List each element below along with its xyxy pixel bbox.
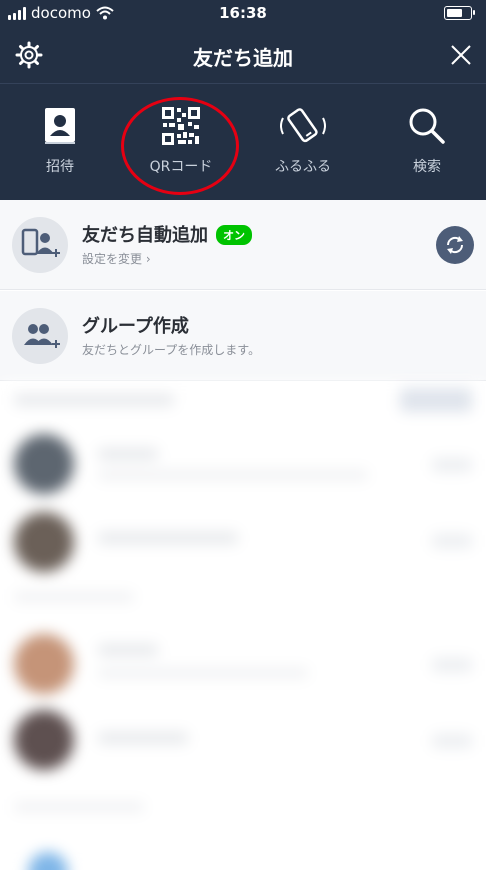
blurred-button	[400, 388, 472, 412]
status-time: 16:38	[219, 4, 267, 22]
shake-phone-icon	[280, 108, 326, 143]
blurred-text	[98, 532, 238, 544]
refresh-button[interactable]	[436, 226, 474, 264]
group-avatar	[12, 308, 68, 364]
group-subtitle: 友だちとグループを作成します。	[82, 343, 261, 357]
search-icon	[409, 108, 445, 144]
auto-add-avatar	[12, 217, 68, 273]
auto-add-settings-link[interactable]: 設定を変更 ›	[82, 250, 151, 267]
blurred-avatar	[14, 634, 74, 694]
blurred-text	[432, 734, 472, 748]
invite-button[interactable]: 招待	[5, 98, 115, 188]
status-bar: docomo 16:38	[0, 0, 486, 28]
refresh-icon	[446, 236, 464, 254]
header-bar: 友だち追加	[0, 28, 486, 84]
blurred-avatar	[14, 434, 74, 494]
invite-contact-icon	[45, 108, 75, 144]
blurred-text	[432, 658, 472, 672]
add-friend-actions: 招待 QRコード ふるふる 検索	[0, 98, 486, 188]
phone-add-user-icon	[21, 228, 60, 257]
group-add-icon	[24, 324, 60, 348]
search-button[interactable]: 検索	[372, 98, 482, 188]
status-badge: オン	[216, 225, 252, 245]
invite-label: 招待	[46, 159, 74, 175]
blurred-text	[98, 668, 308, 678]
auto-add-title: 友だち自動追加 オン	[82, 221, 252, 247]
shake-button[interactable]: ふるふる	[248, 98, 358, 188]
blurred-text	[98, 448, 158, 460]
blurred-text	[98, 470, 368, 480]
close-icon[interactable]	[446, 40, 476, 70]
battery-icon	[444, 6, 475, 20]
highlight-circle	[121, 97, 239, 195]
blurred-avatar	[14, 512, 74, 572]
page-title: 友だち追加	[193, 46, 293, 70]
blurred-section-header	[14, 394, 174, 406]
blurred-section-header	[14, 592, 134, 602]
group-title: グループ作成	[82, 316, 189, 337]
blurred-section-header	[14, 802, 144, 812]
blurred-avatar	[28, 852, 68, 870]
blurred-friend-list	[0, 382, 486, 870]
blurred-text	[432, 534, 472, 548]
auto-add-title-text: 友だち自動追加	[82, 225, 208, 246]
search-label: 検索	[413, 159, 441, 175]
create-group-row[interactable]: グループ作成 友だちとグループを作成します。	[0, 291, 486, 381]
shake-label: ふるふる	[275, 159, 331, 175]
blurred-avatar	[14, 710, 74, 770]
auto-add-friends-row[interactable]: 友だち自動追加 オン 設定を変更 ›	[0, 200, 486, 290]
blurred-text	[432, 458, 472, 472]
blurred-text	[98, 732, 188, 744]
blurred-text	[98, 644, 158, 656]
